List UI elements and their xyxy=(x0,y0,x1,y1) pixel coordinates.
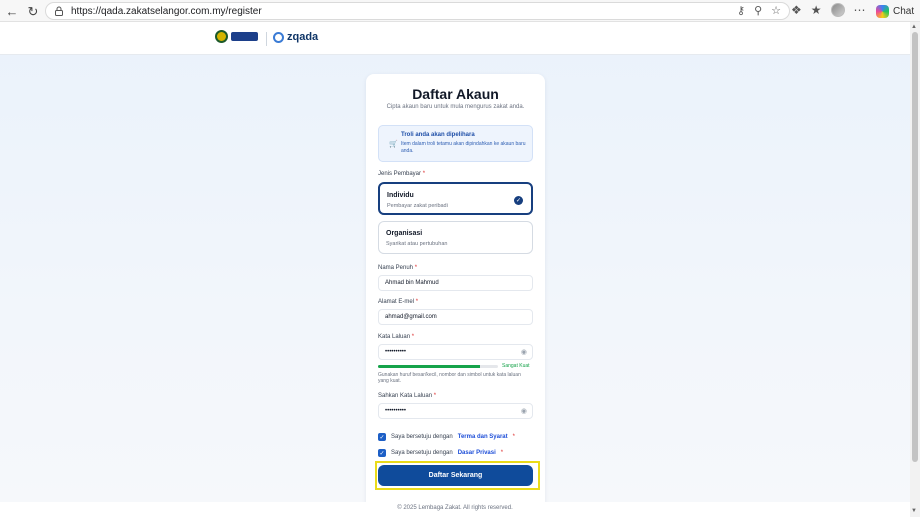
confirm-password-input[interactable]: •••••••••• ◉ xyxy=(378,403,533,419)
option-title: Individu xyxy=(387,192,414,199)
option-title: Organisasi xyxy=(386,230,423,237)
full-name-input[interactable]: Ahmad bin Mahmud xyxy=(378,275,533,291)
show-password-eye-icon[interactable]: ◉ xyxy=(521,348,527,356)
page-scrollbar[interactable]: ▲ ▼ xyxy=(910,22,920,517)
brand-name: zqada xyxy=(287,31,319,43)
page-subtitle: Cipta akaun baru untuk mula mengurus zak… xyxy=(386,104,525,110)
page: zqada Daftar Akaun Cipta akaun baru untu… xyxy=(0,22,910,517)
footer-text: © 2025 Lembaga Zakat. All rights reserve… xyxy=(397,505,513,511)
check-circle-icon: ✓ xyxy=(514,196,523,205)
profile-avatar[interactable] xyxy=(830,3,845,17)
terms-checkbox-row[interactable]: ✓ Saya bersetuju dengan Terma dan Syarat… xyxy=(378,432,515,442)
zakat-selangor-logo[interactable] xyxy=(215,30,258,43)
address-bar[interactable]: https://qada.zakatselangor.com.my/regist… xyxy=(45,2,790,20)
logo-divider xyxy=(266,32,267,46)
zqada-logo[interactable]: zqada xyxy=(273,31,318,43)
scroll-up-icon[interactable]: ▲ xyxy=(911,24,917,30)
password-strength-bar xyxy=(378,365,498,368)
scroll-down-icon[interactable]: ▼ xyxy=(911,508,917,514)
confirm-password-label: Sahkan Kata Laluan * xyxy=(378,393,437,399)
privacy-prefix: Saya bersetuju dengan xyxy=(391,450,453,456)
option-subtitle: Pembayar zakat peribadi xyxy=(387,203,448,209)
password-hint: Gunakan huruf besar/kecil, nombor dan si… xyxy=(378,372,521,384)
more-menu-icon[interactable]: ⋯ xyxy=(854,3,866,17)
terms-prefix: Saya bersetuju dengan xyxy=(391,434,453,440)
terms-checkbox[interactable]: ✓ xyxy=(378,433,386,441)
register-submit-button[interactable]: Daftar Sekarang xyxy=(378,465,533,486)
option-subtitle: Syarikat atau pertubuhan xyxy=(386,241,448,247)
logo-band xyxy=(231,32,258,41)
email-input[interactable]: ahmad@gmail.com xyxy=(378,309,533,325)
chat-label: Chat xyxy=(893,5,915,17)
full-name-label: Nama Penuh * xyxy=(378,265,418,271)
cart-notice: 🛒 Troli anda akan dipelihara Item dalam … xyxy=(378,125,533,162)
privacy-link[interactable]: Dasar Privasi xyxy=(458,450,496,456)
register-card: Daftar Akaun Cipta akaun baru untuk mula… xyxy=(366,74,545,517)
zqada-mark-icon xyxy=(273,31,284,43)
payer-option-organisasi[interactable]: Organisasi Syarikat atau pertubuhan xyxy=(378,221,533,254)
chat-button[interactable]: Chat xyxy=(876,2,914,20)
terms-link[interactable]: Terma dan Syarat xyxy=(458,434,508,440)
payer-type-label: Jenis Pembayar * xyxy=(378,171,426,177)
seal-icon xyxy=(215,30,228,43)
cart-icon: 🛒 xyxy=(389,141,398,148)
password-label: Kata Laluan * xyxy=(378,334,415,340)
favorite-star-icon[interactable]: ☆ xyxy=(771,4,781,17)
favorites-icon[interactable]: ★ xyxy=(811,3,822,17)
url-text: https://qada.zakatselangor.com.my/regist… xyxy=(71,5,262,17)
privacy-checkbox[interactable]: ✓ xyxy=(378,449,386,457)
notice-body: Item dalam troli tetamu akan dipindahkan… xyxy=(401,141,526,154)
copilot-icon xyxy=(876,4,889,18)
scrollbar-thumb[interactable] xyxy=(912,32,918,462)
notice-title: Troli anda akan dipelihara xyxy=(401,132,475,138)
show-password-eye-icon[interactable]: ◉ xyxy=(521,407,527,415)
key-icon[interactable]: ⚷ xyxy=(737,4,745,17)
privacy-checkbox-row[interactable]: ✓ Saya bersetuju dengan Dasar Privasi * xyxy=(378,448,503,458)
site-footer: © 2025 Lembaga Zakat. All rights reserve… xyxy=(0,502,910,517)
page-title: Daftar Akaun xyxy=(412,86,499,102)
email-label: Alamat E-mel * xyxy=(378,299,419,305)
zoom-icon[interactable]: ⚲ xyxy=(754,4,762,17)
site-header: zqada xyxy=(0,22,910,55)
refresh-icon[interactable]: ↻ xyxy=(25,3,41,19)
back-arrow-icon[interactable]: ← xyxy=(4,3,20,19)
password-input[interactable]: •••••••••• ◉ xyxy=(378,344,533,360)
browser-toolbar: ← ↻ https://qada.zakatselangor.com.my/re… xyxy=(0,0,920,22)
payer-option-individu[interactable]: Individu Pembayar zakat peribadi ✓ xyxy=(378,182,533,215)
site-info-icon[interactable] xyxy=(54,6,64,16)
extensions-icon[interactable]: ❖ xyxy=(791,3,802,17)
password-strength-label: Sangat Kuat xyxy=(502,363,530,369)
